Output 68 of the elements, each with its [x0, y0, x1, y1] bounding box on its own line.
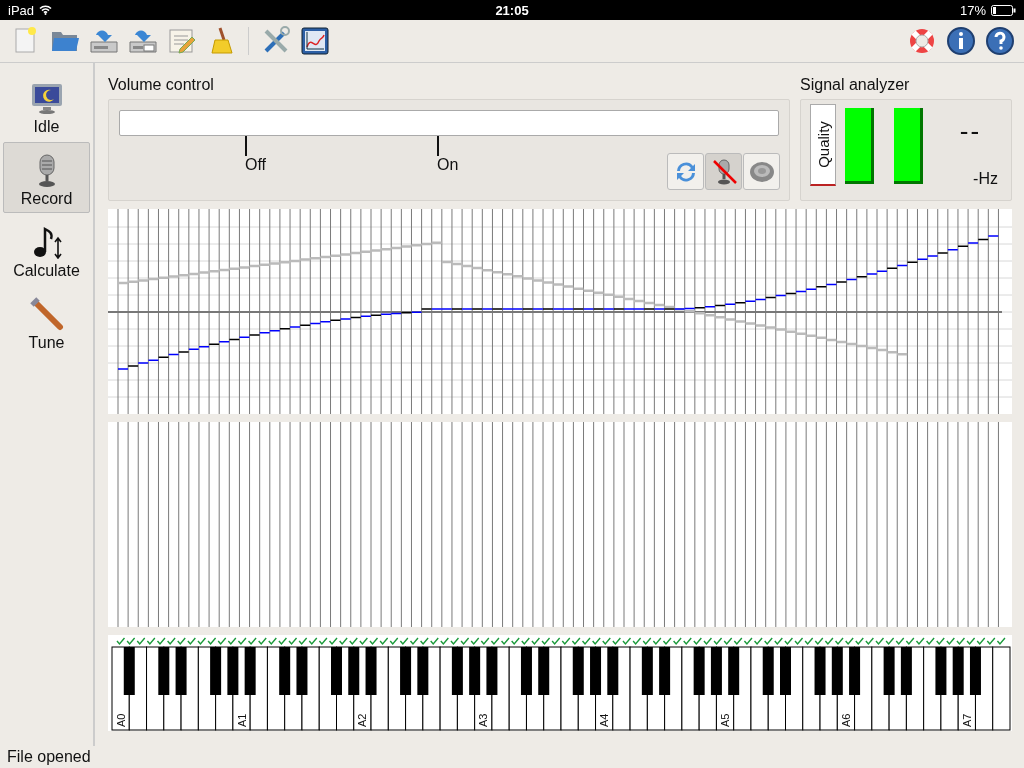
piano-key[interactable] — [451, 647, 463, 695]
piano-key[interactable] — [952, 647, 964, 695]
key-label: A0 — [114, 713, 127, 727]
wifi-icon — [39, 5, 53, 15]
piano-key[interactable] — [590, 647, 602, 695]
refresh-button[interactable] — [667, 153, 704, 190]
status-message: File opened — [7, 748, 91, 766]
sidebar-item[interactable]: Idle — [3, 70, 90, 141]
piano-key[interactable] — [762, 647, 774, 695]
frequency-value: -- — [959, 116, 982, 147]
piano-key[interactable] — [158, 647, 170, 695]
piano-key[interactable] — [659, 647, 671, 695]
scale-tick — [437, 136, 439, 156]
piano-key[interactable] — [728, 647, 740, 695]
battery-icon — [991, 4, 1016, 16]
piano-key[interactable] — [693, 647, 705, 695]
piano-key[interactable] — [365, 647, 377, 695]
panel-title: Signal analyzer — [800, 76, 911, 94]
help-button[interactable] — [984, 25, 1016, 57]
piano-key[interactable] — [210, 647, 222, 695]
panel-title: Volume control — [108, 76, 215, 94]
scale-tick — [245, 136, 247, 156]
piano-key[interactable] — [814, 647, 826, 695]
piano-key[interactable] — [992, 646, 1011, 731]
key-label: A1 — [235, 713, 248, 727]
piano-key[interactable] — [538, 647, 550, 695]
piano-key[interactable] — [607, 647, 619, 695]
scale-label: On — [437, 156, 459, 174]
piano-key[interactable] — [935, 647, 947, 695]
info-button[interactable] — [945, 25, 977, 57]
sidebar-item[interactable]: Calculate — [3, 214, 90, 285]
piano-key[interactable] — [244, 647, 256, 695]
piano-key[interactable] — [296, 647, 308, 695]
piano-key[interactable] — [279, 647, 291, 695]
device-name: iPad — [8, 2, 35, 18]
function-graph-button[interactable] — [299, 25, 331, 57]
sidebar-item[interactable]: Tune — [3, 286, 90, 357]
speaker-button[interactable] — [743, 153, 780, 190]
scale-label: Off — [245, 156, 267, 174]
piano-key[interactable] — [849, 647, 861, 695]
sidebar-item[interactable]: Record — [3, 142, 90, 213]
battery-percent: 17% — [959, 2, 986, 18]
piano-key[interactable] — [486, 647, 498, 695]
key-label: A4 — [598, 713, 611, 727]
key-label: A2 — [356, 713, 369, 727]
piano-key[interactable] — [572, 647, 584, 695]
piano-key[interactable] — [469, 647, 481, 695]
key-label: A6 — [839, 713, 852, 727]
frequency-unit: -Hz — [973, 170, 998, 188]
key-label: A5 — [719, 713, 732, 727]
piano-key[interactable] — [123, 647, 135, 695]
piano-key[interactable] — [710, 647, 722, 695]
piano-key[interactable] — [900, 647, 912, 695]
key-label: A3 — [477, 713, 490, 727]
piano-key[interactable] — [969, 647, 981, 695]
piano-key[interactable] — [831, 647, 843, 695]
quality-indicator: Quality — [810, 104, 836, 186]
piano-key[interactable] — [175, 647, 187, 695]
piano-key[interactable] — [883, 647, 895, 695]
clock-time: 21:05 — [495, 3, 529, 18]
piano-key[interactable] — [348, 647, 360, 695]
piano-key[interactable] — [227, 647, 239, 695]
piano-key[interactable] — [417, 647, 429, 695]
muted-microphone-button[interactable] — [705, 153, 742, 190]
key-label: A7 — [960, 713, 973, 727]
piano-key[interactable] — [400, 647, 412, 695]
piano-key[interactable] — [520, 647, 532, 695]
piano-key[interactable] — [641, 647, 653, 695]
